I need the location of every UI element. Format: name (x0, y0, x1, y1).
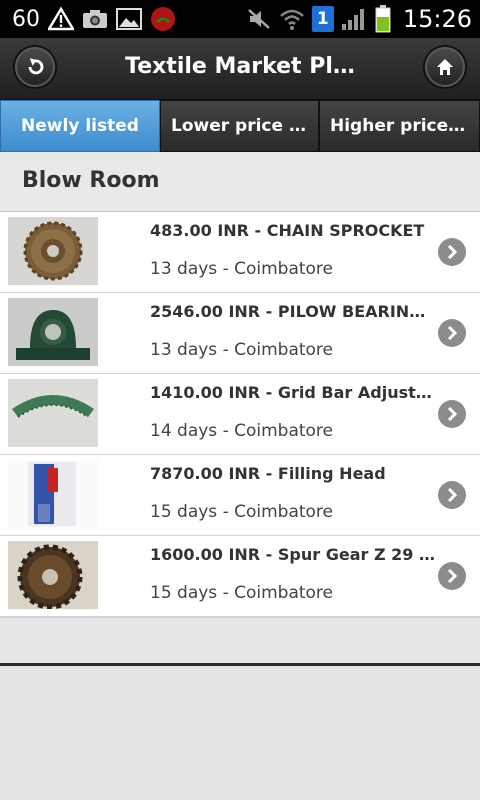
listing-title: 1600.00 INR - Spur Gear Z 29 MS… (150, 545, 435, 564)
clock: 15:26 (402, 5, 472, 33)
listing-subtitle: 13 days - Coimbatore (150, 340, 334, 360)
listing-subtitle: 15 days - Coimbatore (150, 583, 334, 603)
chain-sprocket-image (8, 217, 98, 285)
chevron-right-icon (438, 481, 466, 509)
battery-icon (374, 5, 392, 33)
missed-call-icon (150, 7, 176, 31)
list-item[interactable]: 1600.00 INR - Spur Gear Z 29 MS… 15 days… (0, 536, 480, 617)
listing-subtitle: 15 days - Coimbatore (150, 502, 334, 522)
app-header: Textile Market Pl… (0, 38, 480, 100)
list-item[interactable]: 7870.00 INR - Filling Head 15 days - Coi… (0, 455, 480, 536)
filling-head-image (8, 460, 98, 528)
mute-icon (246, 7, 272, 31)
tab-newly-listed[interactable]: Newly listed (0, 100, 160, 152)
page-title: Textile Market Pl… (125, 54, 355, 79)
chevron-right-icon (438, 400, 466, 428)
listing-subtitle: 13 days - Coimbatore (150, 259, 334, 279)
status-bar: 60 1 15:26 (0, 0, 480, 38)
listing-title: 7870.00 INR - Filling Head (150, 464, 386, 483)
camera-icon (82, 7, 108, 31)
list-item[interactable]: 1410.00 INR - Grid Bar Adjustme… 14 days… (0, 374, 480, 455)
gallery-icon (116, 7, 142, 31)
sim-1-icon: 1 (311, 6, 334, 32)
listing-list: 483.00 INR - CHAIN SPROCKET 13 days - Co… (0, 212, 480, 617)
chevron-right-icon (438, 238, 466, 266)
grid-bar-image (8, 379, 98, 447)
home-icon (436, 58, 454, 76)
sim-label: 1 (316, 9, 329, 29)
back-icon (25, 57, 45, 77)
chevron-right-icon (438, 319, 466, 347)
signal-icon (341, 7, 367, 31)
tab-lower-price-first[interactable]: Lower price first (160, 100, 319, 152)
list-item[interactable]: 483.00 INR - CHAIN SPROCKET 13 days - Co… (0, 212, 480, 293)
sort-tabs: Newly listed Lower price first Higher pr… (0, 100, 480, 152)
list-footer (0, 617, 480, 664)
listing-subtitle: 14 days - Coimbatore (150, 421, 334, 441)
home-button[interactable] (425, 47, 465, 87)
back-button[interactable] (15, 47, 55, 87)
warning-icon (48, 7, 74, 31)
listing-title: 2546.00 INR - PILOW BEARING W… (150, 302, 435, 321)
pillow-bearing-image (8, 298, 98, 366)
listing-title: 1410.00 INR - Grid Bar Adjustme… (150, 383, 435, 402)
wifi-icon (279, 7, 305, 31)
listing-title: 483.00 INR - CHAIN SPROCKET (150, 221, 425, 240)
tab-higher-price-first[interactable]: Higher price fir… (319, 100, 480, 152)
chevron-right-icon (438, 562, 466, 590)
notification-count: 60 (12, 6, 40, 32)
empty-area (0, 666, 480, 800)
list-item[interactable]: 2546.00 INR - PILOW BEARING W… 13 days -… (0, 293, 480, 374)
section-title: Blow Room (0, 152, 480, 212)
spur-gear-image (8, 541, 98, 609)
